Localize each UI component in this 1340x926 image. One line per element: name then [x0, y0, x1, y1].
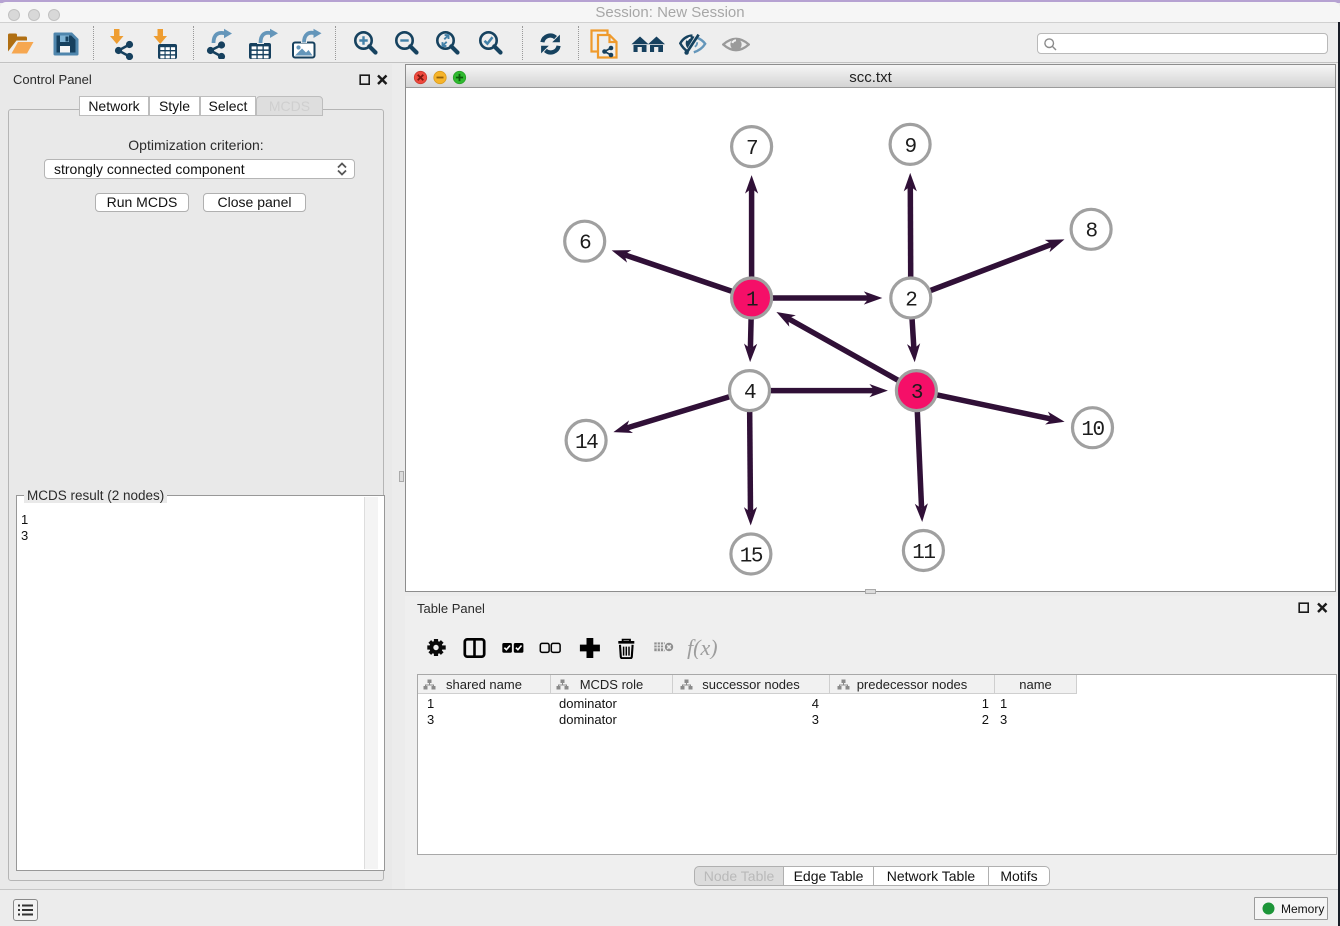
svg-text:4: 4: [744, 382, 756, 405]
svg-text:3: 3: [911, 382, 923, 405]
svg-text:7: 7: [746, 138, 757, 161]
svg-text:14: 14: [575, 432, 598, 455]
svg-text:9: 9: [905, 136, 917, 159]
svg-text:f(x): f(x): [687, 637, 718, 659]
svg-text:15: 15: [740, 545, 763, 568]
svg-text:6: 6: [579, 233, 591, 256]
svg-text:2: 2: [905, 289, 917, 312]
svg-text:8: 8: [1086, 221, 1098, 244]
svg-text:1: 1: [746, 289, 758, 312]
svg-text:11: 11: [912, 542, 935, 565]
svg-text:10: 10: [1081, 419, 1104, 442]
